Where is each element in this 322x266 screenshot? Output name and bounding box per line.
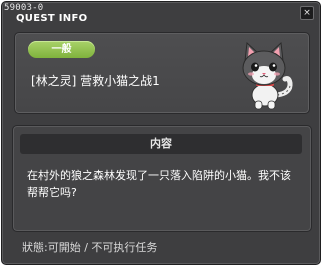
quest-info-window: 59003-0 QUEST INFO × 一般 [林之灵] 营救小猫之战1 内容…: [1, 1, 321, 265]
quest-category-badge: 一般: [28, 41, 95, 58]
quest-description: 在村外的狼之森林发现了一只落入陷阱的小猫。我不该帮帮它吗?: [27, 169, 291, 199]
cat-icon: [242, 41, 293, 110]
window-title: QUEST INFO: [16, 13, 88, 24]
close-button[interactable]: ×: [300, 6, 314, 20]
quest-summary-panel: 一般 [林之灵] 营救小猫之战1: [14, 32, 310, 114]
quest-name: [林之灵] 营救小猫之战1: [31, 74, 160, 88]
quest-detail-panel: 内容 在村外的狼之森林发现了一只落入陷阱的小猫。我不该帮帮它吗?: [12, 125, 312, 232]
window-id-text: 59003-0: [4, 3, 44, 13]
detail-header: 内容: [20, 134, 302, 154]
quest-status: 狀態:可開始 / 不可执行任务: [22, 241, 158, 254]
